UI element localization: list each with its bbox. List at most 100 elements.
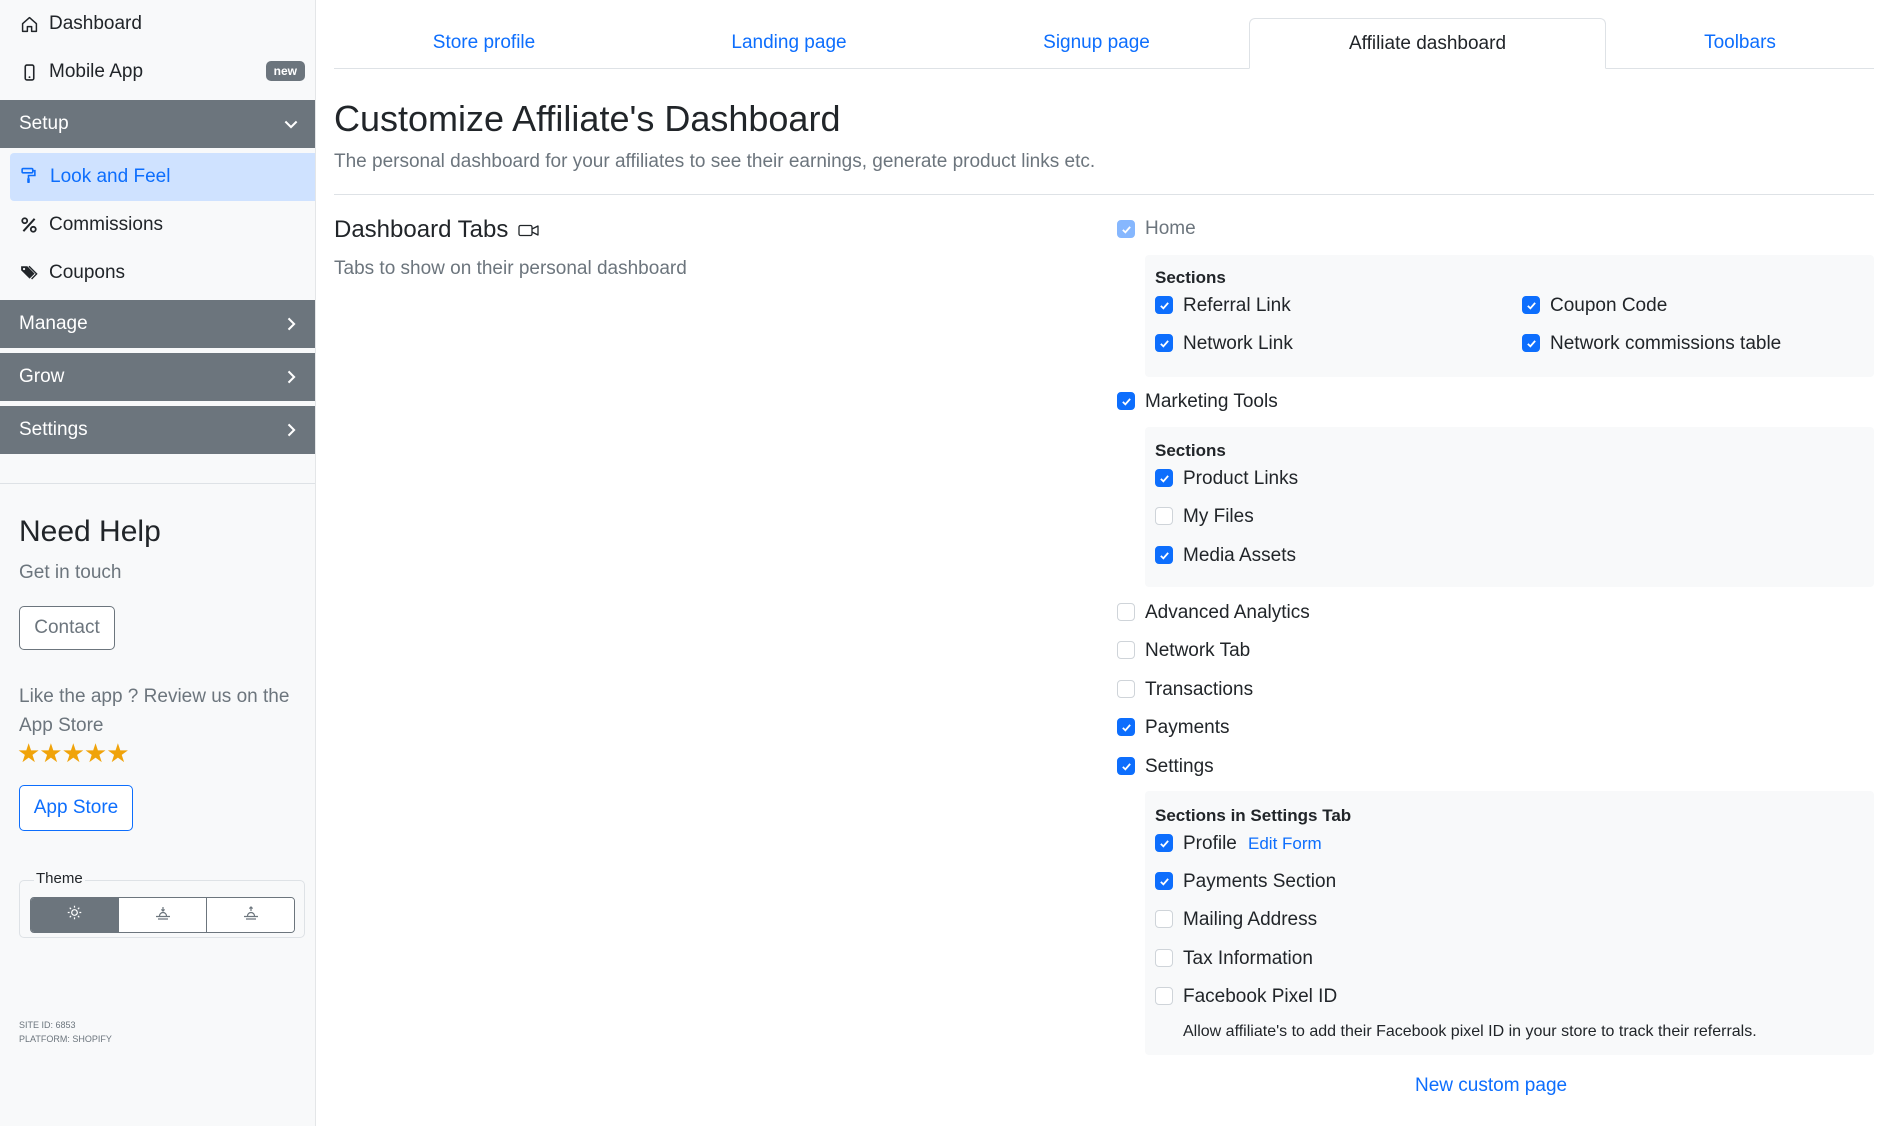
referral-link-checkbox[interactable] <box>1155 296 1173 314</box>
payments-section-label: Payments Section <box>1183 871 1337 892</box>
theme-sunrise-button[interactable] <box>207 898 294 932</box>
new-custom-page-link[interactable]: New custom page <box>1415 1075 1567 1097</box>
dashboard-tabs-title: Dashboard Tabs <box>334 216 540 244</box>
app-store-button[interactable]: App Store <box>19 785 133 831</box>
sidebar: Dashboard Mobile App new Setup Look and … <box>0 0 316 1126</box>
nav-dashboard[interactable]: Dashboard <box>0 0 315 48</box>
transactions-checkbox[interactable] <box>1117 680 1135 698</box>
advanced-analytics-checkbox[interactable] <box>1117 603 1135 621</box>
chevron-down-icon <box>281 114 301 134</box>
tax-information-checkbox[interactable] <box>1155 949 1173 967</box>
settings-sections-title: Sections in Settings Tab <box>1155 806 1352 825</box>
nav-look-and-feel[interactable]: Look and Feel <box>10 153 315 201</box>
phone-icon <box>19 62 39 82</box>
tab-store-profile[interactable]: Store profile <box>334 18 634 68</box>
sidebar-group-grow[interactable]: Grow <box>0 353 315 401</box>
media-assets-label: Media Assets <box>1183 545 1296 566</box>
theme-sunset-button[interactable] <box>119 898 207 932</box>
nav-mobile-app[interactable]: Mobile App new <box>0 48 315 96</box>
sidebar-group-manage[interactable]: Manage <box>0 300 315 348</box>
grow-label: Grow <box>19 366 65 387</box>
chevron-right-icon <box>281 367 301 387</box>
network-commissions-table-label: Network commissions table <box>1550 333 1782 354</box>
page-subtitle: The personal dashboard for your affiliat… <box>334 151 1096 172</box>
nav-commissions-label: Commissions <box>49 214 164 235</box>
site-info: SITE ID: 6853 PLATFORM: SHOPIFY <box>19 1018 112 1046</box>
sun-icon <box>67 905 82 925</box>
nav-commissions[interactable]: Commissions <box>0 201 315 249</box>
chevron-right-icon <box>281 314 301 334</box>
facebook-pixel-id-label: Facebook Pixel ID <box>1183 986 1338 1007</box>
sunset-icon <box>155 905 171 926</box>
network-link-label: Network Link <box>1183 333 1293 354</box>
tax-information-label: Tax Information <box>1183 948 1313 969</box>
home-label: Home <box>1145 218 1196 239</box>
nav-look-and-feel-label: Look and Feel <box>50 166 171 187</box>
my-files-checkbox[interactable] <box>1155 507 1173 525</box>
transactions-label: Transactions <box>1145 679 1254 700</box>
sunrise-icon <box>243 905 259 926</box>
coupon-code-label: Coupon Code <box>1550 295 1668 316</box>
edit-form-link[interactable]: Edit Form <box>1248 834 1322 854</box>
theme-light-button[interactable] <box>31 898 119 932</box>
profile-label: Profile <box>1183 833 1237 854</box>
chevron-right-icon <box>281 420 301 440</box>
help-subtitle: Get in touch <box>19 562 122 583</box>
paint-roller-icon <box>20 167 40 187</box>
media-assets-checkbox[interactable] <box>1155 546 1173 564</box>
setup-label: Setup <box>19 113 69 134</box>
settings-label: Settings <box>19 419 88 440</box>
nav-mobile-app-label: Mobile App <box>49 61 144 82</box>
site-id: SITE ID: 6853 <box>19 1020 76 1030</box>
tab-landing-page[interactable]: Landing page <box>634 18 944 68</box>
marketing-tools-label: Marketing Tools <box>1145 391 1278 412</box>
network-commissions-table-checkbox[interactable] <box>1522 334 1540 352</box>
contact-button[interactable]: Contact <box>19 606 115 650</box>
manage-label: Manage <box>19 313 88 334</box>
percent-icon <box>19 215 39 235</box>
tab-affiliate-dashboard[interactable]: Affiliate dashboard <box>1249 18 1606 69</box>
home-icon <box>19 14 39 34</box>
advanced-analytics-label: Advanced Analytics <box>1145 602 1310 623</box>
theme-toggle-group <box>30 897 295 933</box>
tab-toolbars[interactable]: Toolbars <box>1606 18 1874 68</box>
facebook-pixel-id-checkbox[interactable] <box>1155 987 1173 1005</box>
marketing-tools-checkbox[interactable] <box>1117 392 1135 410</box>
nav-coupons[interactable]: Coupons <box>0 249 315 297</box>
page-title: Customize Affiliate's Dashboard <box>334 98 841 139</box>
nav-dashboard-label: Dashboard <box>49 13 142 34</box>
payments-checkbox[interactable] <box>1117 718 1135 736</box>
home-sections-title: Sections <box>1155 268 1226 287</box>
mailing-address-checkbox[interactable] <box>1155 910 1173 928</box>
help-title: Need Help <box>19 515 161 548</box>
nav-coupons-label: Coupons <box>49 262 126 283</box>
home-checkbox[interactable] <box>1117 220 1135 238</box>
mailing-address-label: Mailing Address <box>1183 909 1318 930</box>
referral-link-label: Referral Link <box>1183 295 1291 316</box>
payments-section-checkbox[interactable] <box>1155 872 1173 890</box>
settings-tabs: Store profile Landing page Signup page A… <box>334 18 1874 69</box>
network-tab-checkbox[interactable] <box>1117 641 1135 659</box>
settings-tab-label: Settings <box>1145 756 1214 777</box>
sidebar-group-setup[interactable]: Setup <box>0 100 315 148</box>
theme-label: Theme <box>34 870 85 887</box>
payments-label: Payments <box>1145 717 1230 738</box>
marketing-sections-title: Sections <box>1155 441 1226 460</box>
tab-signup-page[interactable]: Signup page <box>944 18 1249 68</box>
rating-stars: ★★★★★ <box>17 738 130 768</box>
network-link-checkbox[interactable] <box>1155 334 1173 352</box>
platform: PLATFORM: SHOPIFY <box>19 1034 112 1044</box>
coupon-code-checkbox[interactable] <box>1522 296 1540 314</box>
video-icon[interactable] <box>518 222 540 238</box>
new-badge: new <box>265 61 305 81</box>
facebook-pixel-help-text: Allow affiliate's to add their Facebook … <box>1183 1023 1757 1040</box>
product-links-checkbox[interactable] <box>1155 469 1173 487</box>
settings-checkbox[interactable] <box>1117 757 1135 775</box>
profile-checkbox[interactable] <box>1155 834 1173 852</box>
sidebar-divider <box>0 483 315 484</box>
product-links-label: Product Links <box>1183 468 1299 489</box>
network-tab-label: Network Tab <box>1145 640 1251 661</box>
tags-icon <box>19 263 39 283</box>
my-files-label: My Files <box>1183 506 1254 527</box>
sidebar-group-settings[interactable]: Settings <box>0 406 315 454</box>
